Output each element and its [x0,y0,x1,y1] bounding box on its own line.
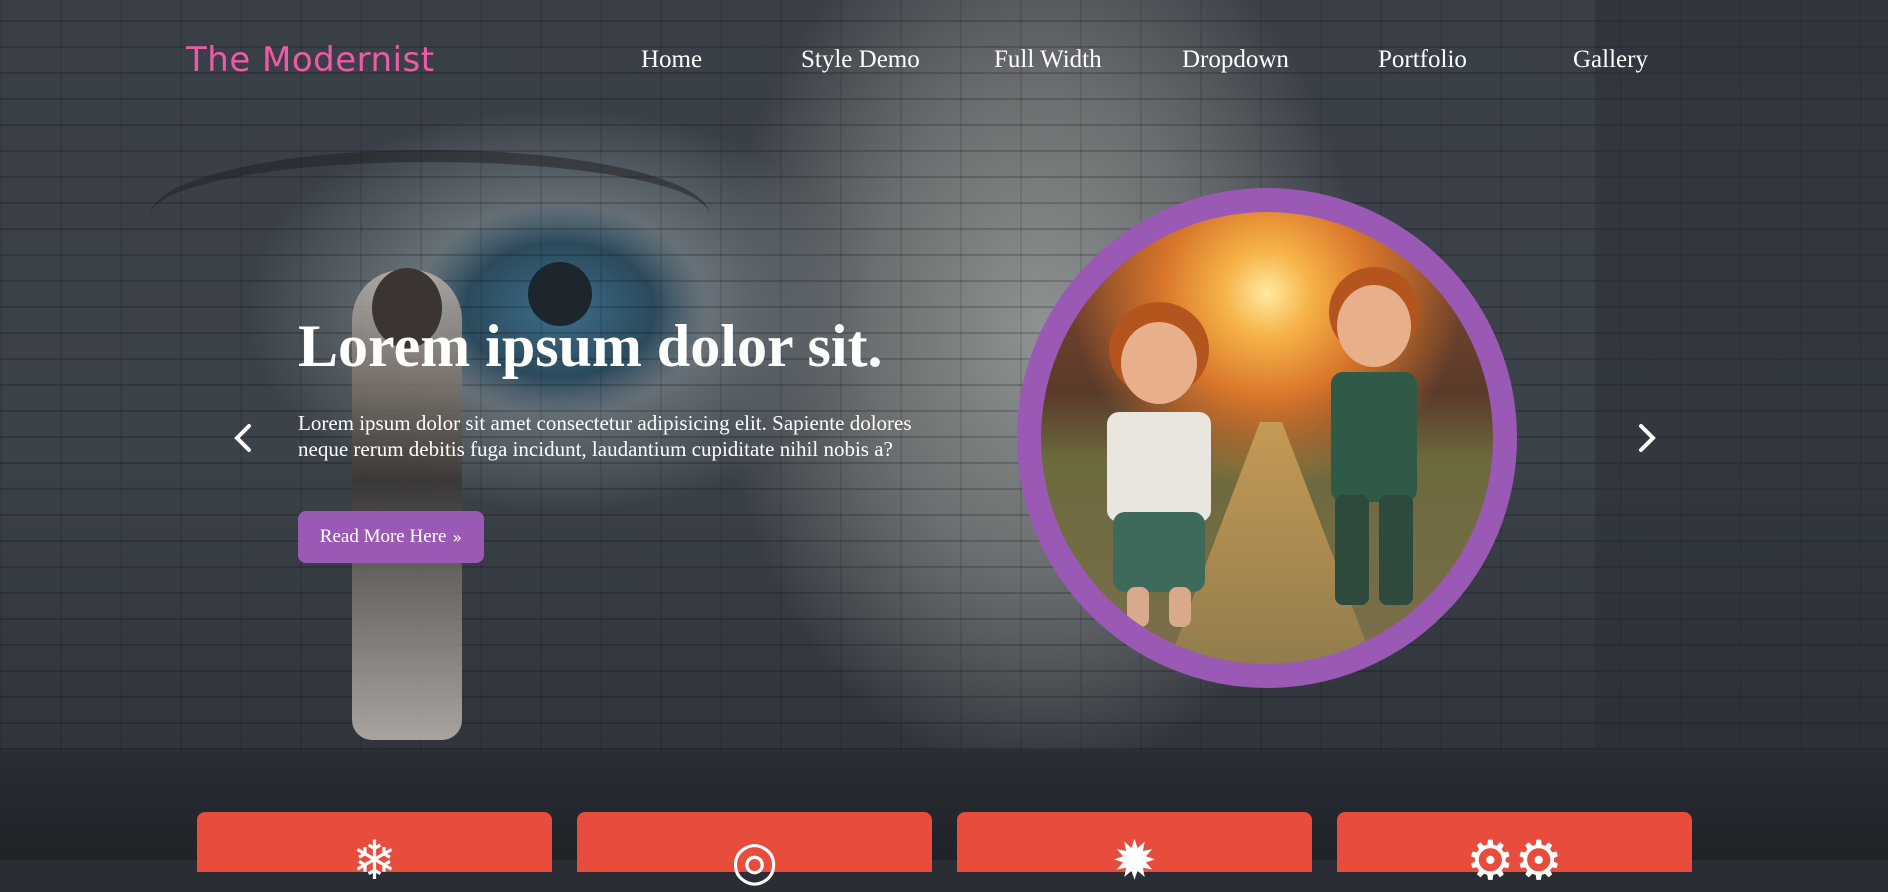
feature-card-3[interactable]: ✹ [957,812,1312,888]
child-right [1309,267,1439,627]
slide-image-children [1041,212,1493,664]
snowflake-icon: ❄ [351,829,398,892]
chevron-right-icon [1639,424,1656,452]
nav-item-portfolio[interactable]: Portfolio [1378,46,1467,74]
feature-card-4[interactable]: ⚙⚙ [1337,812,1692,888]
slider-next-button[interactable] [1635,420,1659,456]
read-more-label: Read More Here [319,526,447,547]
nav-item-dropdown[interactable]: Dropdown [1182,46,1289,74]
feature-cards: ❄ ◎ ✹ ⚙⚙ [0,812,1888,888]
feature-card-2[interactable]: ◎ [577,812,932,888]
nav-item-home[interactable]: Home [641,46,702,74]
nav-item-gallery[interactable]: Gallery [1573,46,1648,74]
eye-lashes [150,150,710,282]
gears-icon: ⚙⚙ [1466,829,1563,892]
nav-item-style-demo[interactable]: Style Demo [801,46,920,74]
hero-background [0,0,1888,750]
slide-description: Lorem ipsum dolor sit amet consectetur a… [298,411,912,461]
sun-icon: ✹ [1111,829,1158,892]
main-nav: Home Style Demo Full Width Dropdown Port… [0,46,1888,76]
chevron-left-icon [234,424,251,452]
nav-item-full-width[interactable]: Full Width [994,46,1102,74]
double-chevron-right-icon: » [452,527,463,547]
read-more-button[interactable]: Read More Here » [298,511,484,563]
slide-image-frame [1017,188,1517,688]
slide-title: Lorem ipsum dolor sit. [298,313,883,379]
target-icon: ◎ [730,829,779,892]
feature-card-1[interactable]: ❄ [197,812,552,888]
slider-prev-button[interactable] [231,420,255,456]
child-left [1099,302,1219,632]
